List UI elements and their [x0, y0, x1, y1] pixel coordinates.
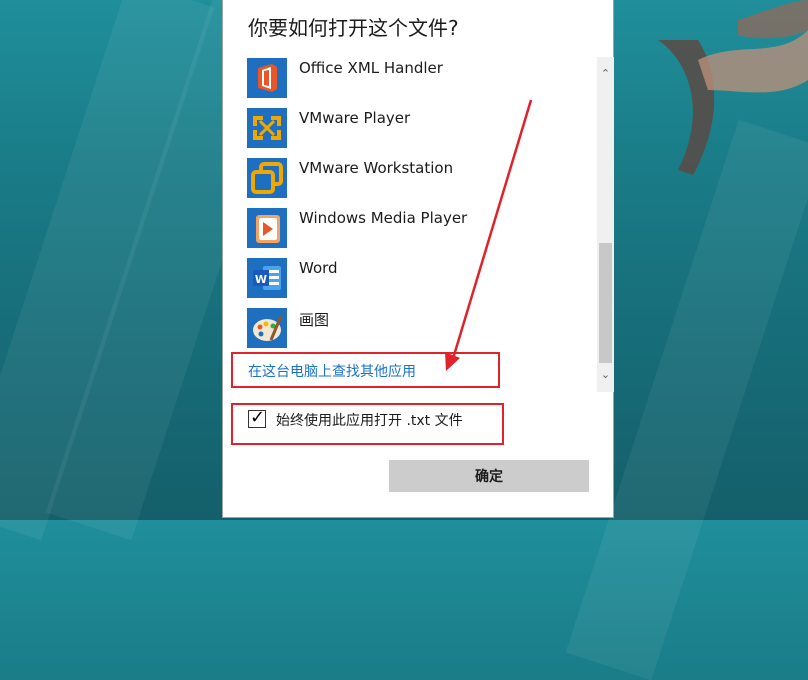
chevron-up-icon[interactable]: ⌃: [597, 65, 614, 82]
annotation-box-more-apps: [231, 352, 500, 388]
app-label: Office XML Handler: [299, 59, 443, 77]
app-item-paint[interactable]: 画图: [247, 305, 587, 349]
app-label: VMware Workstation: [299, 159, 454, 177]
dialog-title: 你要如何打开这个文件?: [248, 16, 459, 40]
app-item-windows-media-player[interactable]: Windows Media Player: [247, 205, 587, 249]
office-xml-icon: [247, 58, 287, 98]
app-label: VMware Player: [299, 109, 411, 127]
app-label: Word: [299, 259, 338, 277]
vmware-player-icon: [247, 108, 287, 148]
app-list-scrollbar[interactable]: ⌃ ⌄: [597, 57, 614, 392]
app-item-word[interactable]: W Word: [247, 255, 587, 299]
app-item-vmware-player[interactable]: VMware Player: [247, 105, 587, 149]
ok-button[interactable]: 确定: [389, 460, 589, 492]
app-item-office-xml-handler[interactable]: Office XML Handler: [247, 55, 587, 99]
svg-text:W: W: [255, 273, 267, 286]
app-item-vmware-workstation[interactable]: VMware Workstation: [247, 155, 587, 199]
annotation-box-always-use: [231, 403, 504, 445]
word-icon: W: [247, 258, 287, 298]
windows-media-player-icon: [247, 208, 287, 248]
app-list: Office XML Handler VMware Player VMware …: [223, 47, 598, 392]
scrollbar-thumb[interactable]: [599, 243, 612, 363]
app-label: Windows Media Player: [299, 209, 468, 227]
swimmer-image: [658, 0, 808, 175]
paint-icon: [247, 308, 287, 348]
vmware-workstation-icon: [247, 158, 287, 198]
app-label: 画图: [299, 311, 330, 329]
chevron-down-icon[interactable]: ⌄: [597, 366, 614, 383]
